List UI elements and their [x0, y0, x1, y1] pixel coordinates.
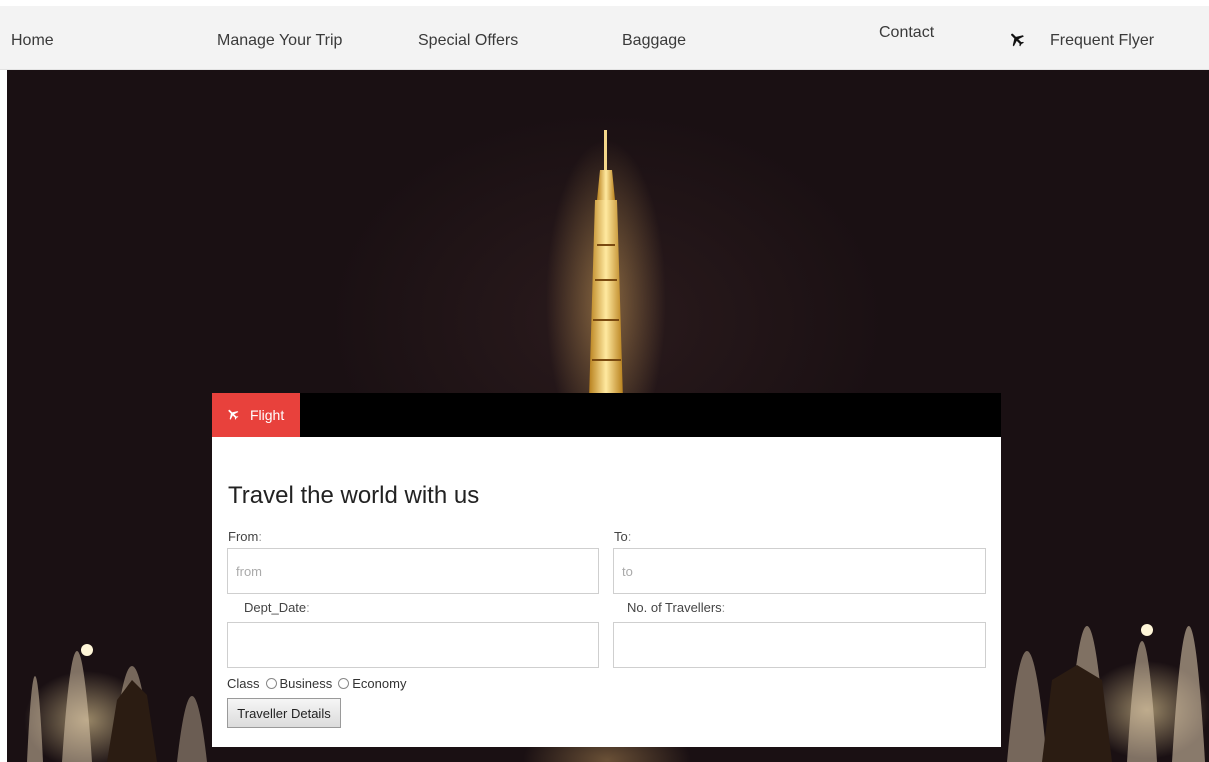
travellers-label: No. of Travellers:	[627, 600, 726, 615]
flight-booking-panel: Flight Travel the world with us From: To…	[212, 393, 1001, 747]
plane-icon	[228, 409, 239, 420]
nav-manage-trip[interactable]: Manage Your Trip	[217, 32, 342, 50]
form-title: Travel the world with us	[228, 482, 480, 509]
traveller-details-button[interactable]: Traveller Details	[227, 698, 341, 728]
business-label: Business	[279, 676, 333, 691]
from-label: From:	[228, 529, 262, 544]
class-radio-group: Class Business Economy	[227, 676, 406, 691]
nav-contact[interactable]: Contact	[879, 24, 934, 42]
dept-date-input[interactable]	[227, 622, 599, 668]
nav-special-offers[interactable]: Special Offers	[418, 32, 518, 50]
travellers-input[interactable]	[613, 622, 986, 668]
dept-date-label: Dept_Date:	[244, 600, 310, 615]
economy-radio[interactable]	[338, 678, 350, 689]
nav-home[interactable]: Home	[11, 32, 54, 50]
nav-frequent-flyer[interactable]: Frequent Flyer	[1050, 32, 1154, 50]
to-label: To:	[614, 529, 632, 544]
booking-tabbar: Flight	[212, 393, 1001, 437]
class-label: Class	[227, 676, 260, 691]
from-input[interactable]	[227, 548, 599, 594]
main-navbar: Home Manage Your Trip Special Offers Bag…	[0, 6, 1209, 70]
nav-baggage[interactable]: Baggage	[622, 32, 686, 50]
plane-icon	[1011, 33, 1024, 47]
business-radio[interactable]	[265, 678, 277, 689]
tab-flight[interactable]: Flight	[212, 393, 300, 437]
economy-label: Economy	[352, 676, 407, 691]
tab-flight-label: Flight	[250, 407, 285, 423]
to-input[interactable]	[613, 548, 986, 594]
